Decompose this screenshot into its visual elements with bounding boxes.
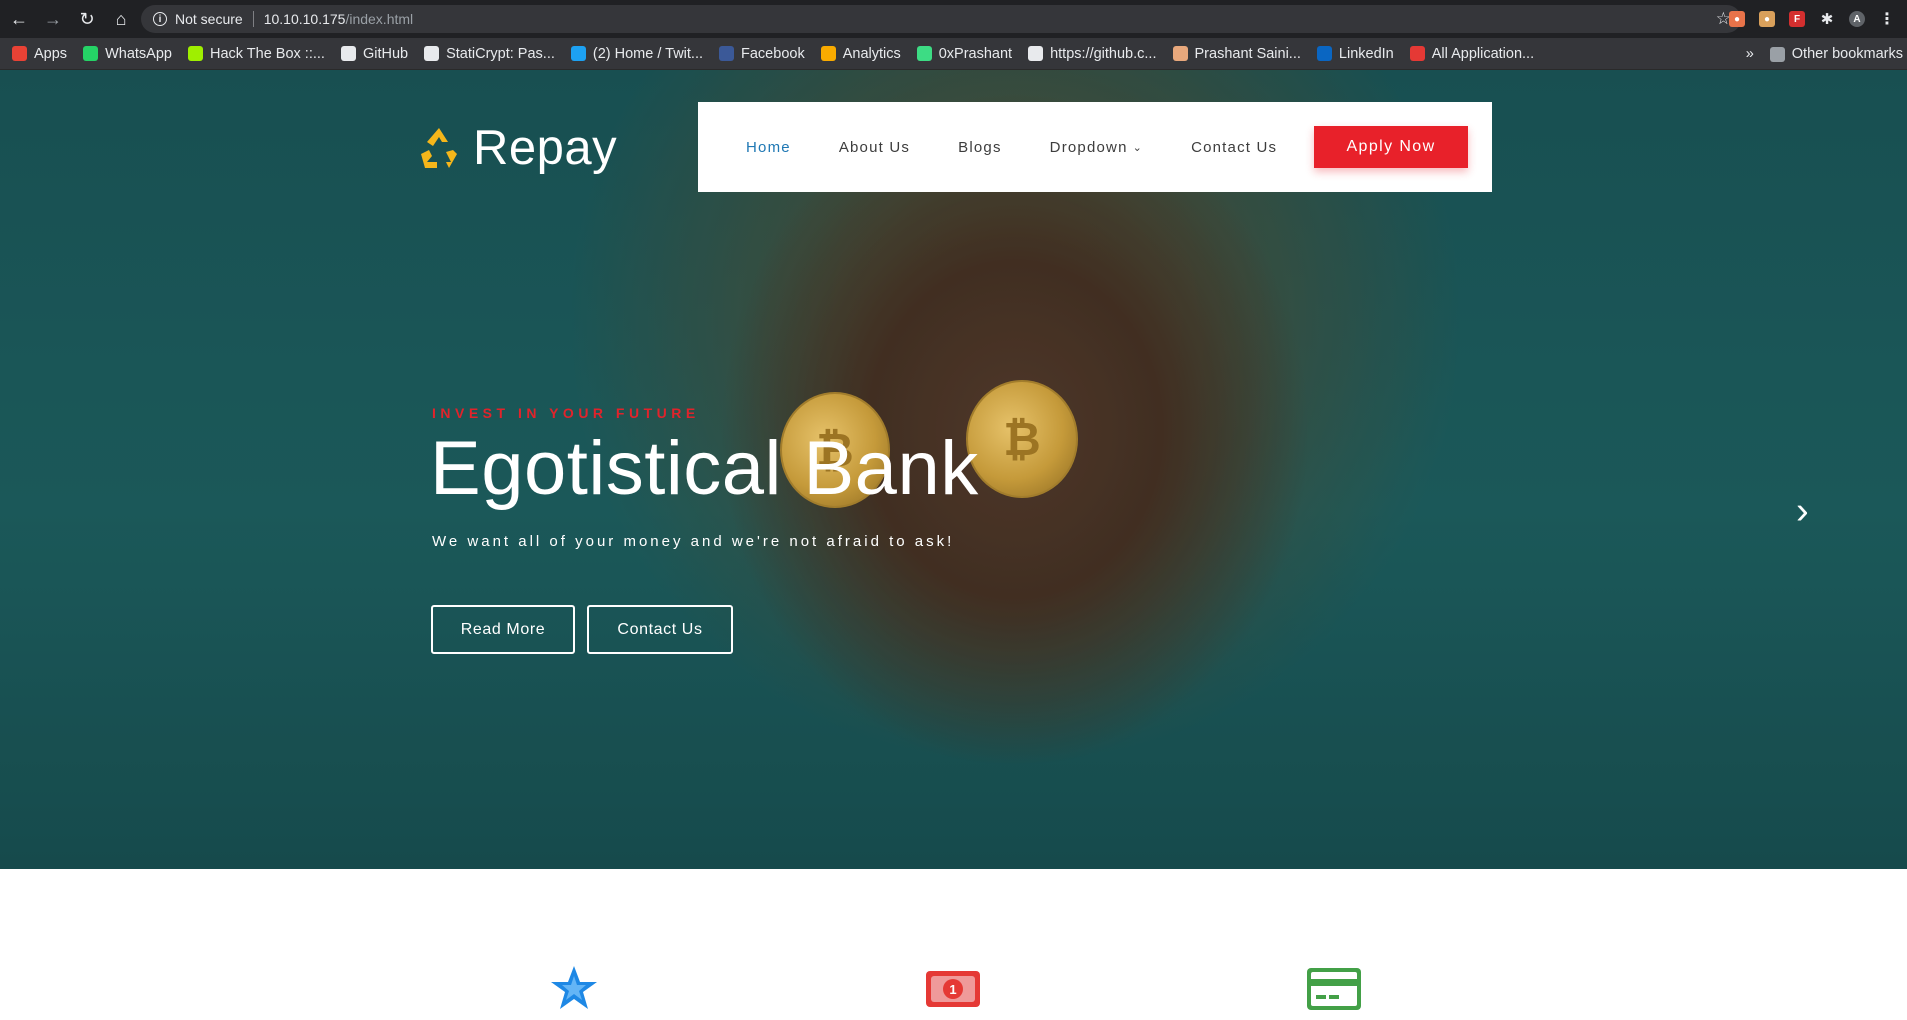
prashant-icon: [916, 46, 932, 61]
bookmark-label: GitHub: [362, 45, 409, 62]
site-logo[interactable]: Repay: [415, 120, 617, 176]
chevron-down-icon: ⌄: [1132, 141, 1144, 154]
pin-icon: [1172, 46, 1188, 61]
bookmark-item[interactable]: 0xPrashant: [916, 45, 1013, 62]
nav-item-home[interactable]: Home: [746, 139, 791, 156]
apply-now-button[interactable]: Apply Now: [1314, 126, 1468, 168]
forward-arrow-icon[interactable]: →: [38, 4, 68, 34]
analytics-icon: [820, 46, 836, 61]
nav-item-blogs[interactable]: Blogs: [958, 139, 1002, 156]
app-icon: [1409, 46, 1425, 61]
url-host: 10.10.10.175: [263, 11, 346, 27]
bookmark-label: All Application...: [1431, 45, 1535, 62]
nav-item-about-us[interactable]: About Us: [839, 139, 910, 156]
url-path: /index.html: [345, 11, 414, 27]
hero-headline: Egotistical Bank: [430, 426, 979, 511]
bookmark-label: (2) Home / Twit...: [592, 45, 704, 62]
read-more-button[interactable]: Read More: [431, 605, 575, 654]
github-icon: [340, 46, 356, 61]
nav-item-dropdown[interactable]: Dropdown ⌄: [1050, 139, 1143, 156]
bookmarks-right-area: » Other bookmarks: [1746, 38, 1907, 70]
whatsapp-icon: [83, 46, 99, 61]
twitter-icon: [570, 46, 586, 61]
cookie-extension-icon[interactable]: ●: [1729, 11, 1745, 27]
contact-us-button[interactable]: Contact Us: [587, 605, 733, 654]
svg-text:1: 1: [949, 982, 956, 997]
carousel-next-arrow-icon[interactable]: ›: [1796, 490, 1809, 533]
bookmarks-overflow-chevron-icon[interactable]: »: [1746, 46, 1754, 62]
nav-item-label: Dropdown: [1049, 138, 1128, 156]
bookmark-label: Facebook: [741, 45, 805, 62]
back-arrow-icon[interactable]: ←: [4, 4, 34, 34]
hero-section: ₿ ₿ Repay Home About Us Blogs Dropdown ⌄ Cont…: [0, 70, 1907, 869]
bookmark-item[interactable]: Analytics: [820, 45, 901, 62]
bookmark-item[interactable]: StatiCrypt: Pas...: [424, 46, 555, 62]
other-bookmarks-label: Other bookmarks: [1791, 46, 1903, 62]
bookmark-label: Prashant Saini...: [1194, 45, 1301, 62]
bookmark-label: StatiCrypt: Pas...: [446, 45, 555, 62]
bookmark-label: 0xPrashant: [938, 45, 1013, 62]
nav-item-label: About Us: [838, 138, 911, 156]
bookmark-item[interactable]: https://github.c...: [1028, 45, 1157, 62]
bookmark-item[interactable]: Prashant Saini...: [1172, 45, 1301, 62]
bookmark-item[interactable]: GitHub: [340, 45, 409, 62]
bookmark-item[interactable]: All Application...: [1409, 45, 1535, 62]
folder-icon: [1769, 46, 1785, 62]
bookmark-item[interactable]: Hack The Box ::...: [187, 45, 325, 62]
address-bar[interactable]: i Not secure 10.10.10.175/index.html ☆: [141, 5, 1741, 33]
bookmark-item[interactable]: WhatsApp: [83, 46, 172, 62]
bookmark-label: Analytics: [842, 45, 901, 62]
facebook-icon: [719, 46, 735, 61]
nav-item-label: Contact Us: [1191, 138, 1278, 156]
extensions-area: ● ● F ✱ A ⋮: [1729, 0, 1907, 38]
star-icon: [551, 966, 597, 1009]
bookmark-label: https://github.c...: [1050, 45, 1157, 62]
hero-tagline: We want all of your money and we're not …: [432, 533, 955, 550]
nav-item-label: Blogs: [958, 138, 1002, 156]
hero-eyebrow: INVEST IN YOUR FUTURE: [432, 405, 700, 421]
linkedin-icon: [1316, 46, 1332, 61]
bookmark-item[interactable]: Facebook: [719, 46, 805, 62]
bitcoin-coin-right: ₿: [966, 380, 1078, 498]
features-section: 1: [0, 869, 1907, 1020]
globe-icon: [424, 46, 440, 61]
omnibox-divider: [252, 11, 254, 27]
bookmark-item[interactable]: LinkedIn: [1316, 45, 1394, 62]
nav-item-contact-us[interactable]: Contact Us: [1191, 139, 1277, 156]
money-bill-icon: 1: [926, 971, 980, 1007]
home-icon[interactable]: ⌂: [106, 4, 136, 34]
main-nav: Home About Us Blogs Dropdown ⌄ Contact Us Appl…: [698, 102, 1492, 192]
bookmark-item[interactable]: Apps: [12, 46, 67, 62]
cookie-editor-icon[interactable]: ●: [1759, 11, 1775, 27]
bookmark-item[interactable]: (2) Home / Twit...: [570, 45, 704, 62]
menu-kebab-icon[interactable]: ⋮: [1879, 11, 1895, 28]
recycle-logo-icon: [421, 128, 457, 168]
apps-grid-icon: [12, 46, 27, 61]
hackthebox-icon: [187, 46, 203, 61]
bookmarks-bar: Apps WhatsApp Hack The Box ::... GitHub Stat…: [0, 38, 1907, 70]
bookmark-label: WhatsApp: [105, 45, 172, 62]
credit-card-icon: [1307, 968, 1361, 1010]
info-icon[interactable]: i: [153, 12, 167, 26]
security-label: Not secure: [175, 11, 243, 27]
github-icon: [1028, 46, 1044, 61]
bookmark-label: Apps: [34, 45, 68, 62]
other-bookmarks-folder[interactable]: Other bookmarks: [1769, 46, 1903, 62]
browser-toolbar: ← → ↻ ⌂ i Not secure 10.10.10.175/index.…: [0, 0, 1907, 38]
bookmark-label: LinkedIn: [1338, 45, 1394, 62]
extensions-puzzle-icon[interactable]: ✱: [1819, 11, 1835, 28]
nav-item-label: Home: [746, 138, 791, 156]
foxyproxy-icon[interactable]: F: [1789, 11, 1805, 27]
profile-avatar-icon[interactable]: A: [1849, 11, 1865, 27]
brand-name: Repay: [473, 121, 618, 175]
bookmark-label: Hack The Box ::...: [209, 45, 325, 62]
reload-icon[interactable]: ↻: [72, 4, 102, 34]
